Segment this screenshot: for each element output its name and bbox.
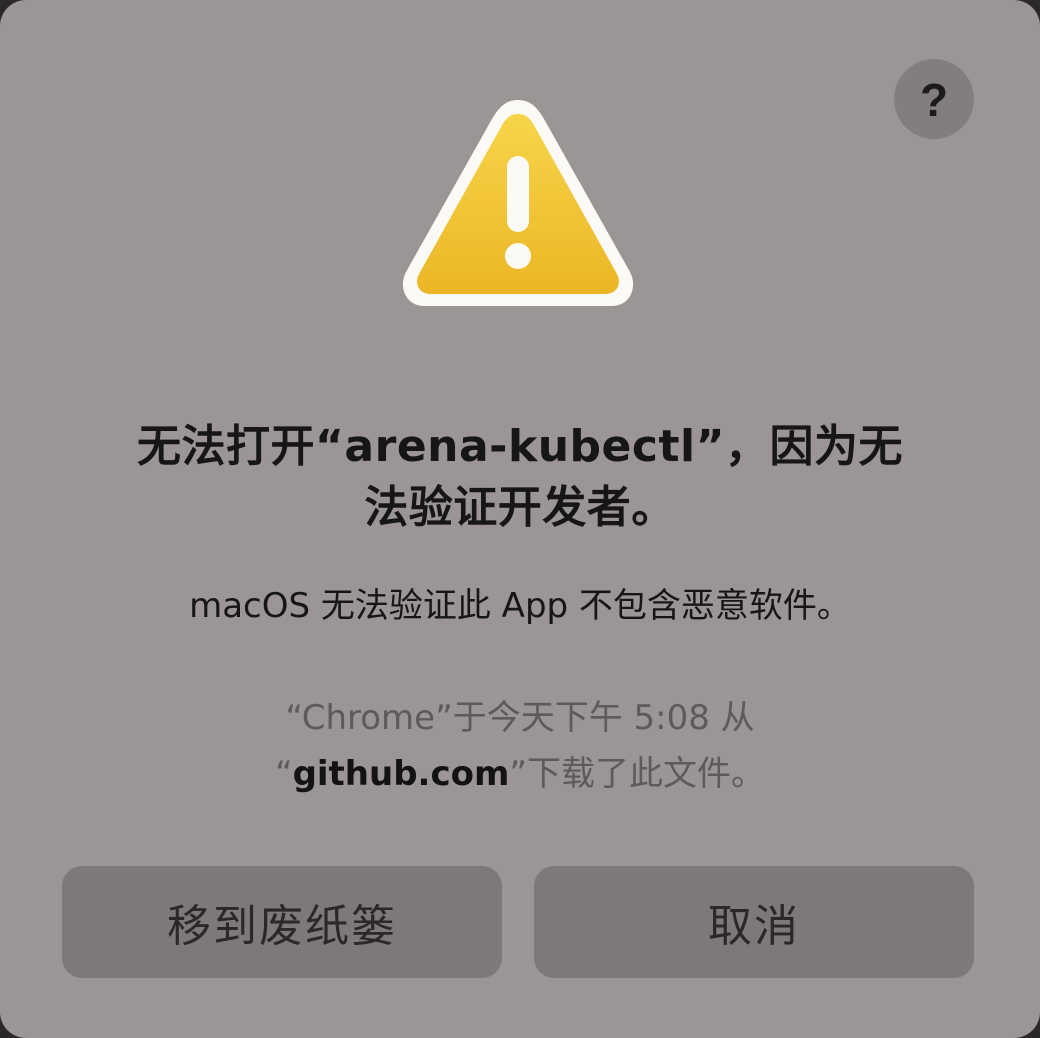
download-source-line1: “Chrome”于今天下午 5:08 从 xyxy=(285,698,755,738)
download-source-tail: ”下载了此文件。 xyxy=(509,754,766,794)
dialog-title-line2: 法验证开发者。 xyxy=(364,482,676,533)
download-source-info: “Chrome”于今天下午 5:08 从 “github.com”下载了此文件。 xyxy=(60,690,980,802)
dialog-message: macOS 无法验证此 App 不包含恶意软件。 xyxy=(189,586,851,626)
question-mark-icon: ? xyxy=(919,74,949,126)
download-source-line2: “github.com”下载了此文件。 xyxy=(60,746,980,802)
unverified-developer-dialog: ? 无法打开“arena-kubectl”，因为无 法验证开发者。 macOS … xyxy=(0,0,1040,1038)
cancel-button[interactable]: 取消 xyxy=(534,866,974,978)
help-button[interactable]: ? xyxy=(894,59,974,139)
move-to-trash-button[interactable]: 移到废纸篓 xyxy=(62,866,502,978)
dialog-title-line1: 无法打开“arena-kubectl”，因为无 xyxy=(137,421,903,472)
download-source-domain: github.com xyxy=(292,754,510,794)
dialog-title: 无法打开“arena-kubectl”，因为无 法验证开发者。 xyxy=(60,416,980,538)
warning-icon xyxy=(402,100,634,306)
download-source-open-quote: “ xyxy=(274,754,293,794)
